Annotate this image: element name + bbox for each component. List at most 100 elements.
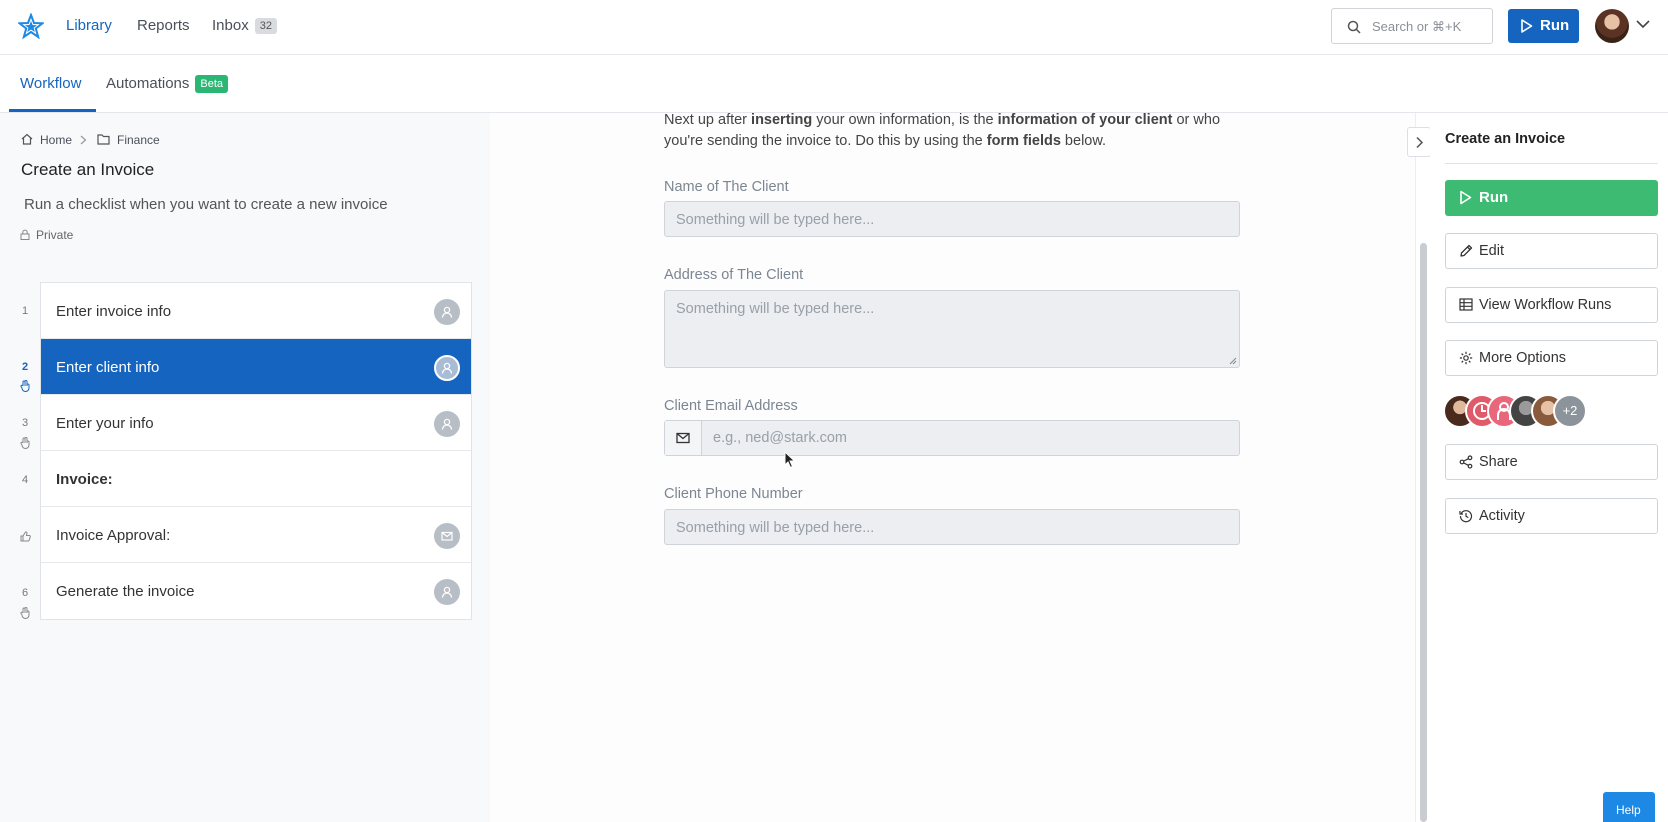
step-number-6: 6 xyxy=(22,587,29,599)
mail-icon xyxy=(441,531,453,541)
intro-bold: inserting xyxy=(751,112,813,128)
search-input[interactable]: Search or ⌘+K xyxy=(1331,8,1493,44)
edit-label: Edit xyxy=(1479,243,1504,259)
help-button[interactable]: Help xyxy=(1603,792,1655,822)
star-logo-icon[interactable] xyxy=(18,13,44,39)
workflow-description: Run a checklist when you want to create … xyxy=(24,196,388,213)
tab-automations[interactable]: Automations Beta xyxy=(106,75,229,93)
client-name-label: Name of The Client xyxy=(664,179,789,195)
user-icon xyxy=(441,586,453,598)
scrollbar-thumb[interactable] xyxy=(1420,243,1427,822)
share-label: Share xyxy=(1479,454,1518,470)
collapse-panel-button[interactable] xyxy=(1407,127,1431,157)
client-email-field[interactable]: e.g., ned@stark.com xyxy=(664,420,1240,456)
nav-inbox[interactable]: Inbox 32 xyxy=(212,17,277,34)
run-button[interactable]: Run xyxy=(1508,9,1579,43)
assignee-avatar xyxy=(434,411,460,437)
intro-bold: form fields xyxy=(986,133,1061,149)
client-email-placeholder: e.g., ned@stark.com xyxy=(713,430,847,446)
search-icon xyxy=(1347,20,1361,34)
more-options-label: More Options xyxy=(1479,350,1567,366)
intro-bold: information of your client xyxy=(997,112,1173,128)
assignee-avatar xyxy=(434,299,460,325)
more-assignees-badge[interactable]: +2 xyxy=(1553,394,1587,428)
step-content: Next up after inserting your own informa… xyxy=(490,110,1416,822)
step-enter-your-info[interactable]: Enter your info xyxy=(41,395,471,451)
workflow-actions-panel: Create an Invoice Run Edit View Workflow… xyxy=(1430,113,1668,822)
step-label: Generate the invoice xyxy=(56,583,195,600)
intro-text: Next up after xyxy=(664,112,752,128)
client-phone-field[interactable]: Something will be typed here... xyxy=(664,509,1240,545)
intro-text: below. xyxy=(1060,133,1107,149)
more-options-button[interactable]: More Options xyxy=(1445,340,1658,376)
share-button[interactable]: Share xyxy=(1445,444,1658,480)
step-label: Invoice: xyxy=(56,471,113,488)
home-icon xyxy=(21,133,33,145)
view-workflow-runs-button[interactable]: View Workflow Runs xyxy=(1445,287,1658,323)
gear-icon xyxy=(1459,351,1473,365)
assignee-avatar xyxy=(434,523,460,549)
step-label: Enter invoice info xyxy=(56,303,172,320)
step-generate-invoice[interactable]: Generate the invoice xyxy=(41,563,471,619)
content-scrollbar[interactable] xyxy=(1415,113,1430,822)
edit-button[interactable]: Edit xyxy=(1445,233,1658,269)
pencil-icon xyxy=(1460,244,1473,257)
activity-label: Activity xyxy=(1479,508,1525,524)
step-enter-client-info[interactable]: Enter client info xyxy=(41,339,471,395)
step-list: Enter invoice info Enter client info Ent… xyxy=(40,282,472,620)
inbox-count-badge: 32 xyxy=(254,18,277,34)
nav-inbox-label: Inbox xyxy=(212,17,249,34)
client-phone-label: Client Phone Number xyxy=(664,486,803,502)
assignee-avatar xyxy=(434,579,460,605)
nav-reports[interactable]: Reports xyxy=(137,17,190,34)
step-number-1: 1 xyxy=(22,305,29,317)
resize-handle-icon[interactable] xyxy=(1229,357,1237,365)
client-address-placeholder: Something will be typed here... xyxy=(676,301,875,317)
client-name-placeholder: Something will be typed here... xyxy=(676,212,875,228)
workflow-sidebar: Home Finance Create an Invoice Run a che… xyxy=(0,113,490,822)
nav-library[interactable]: Library xyxy=(66,17,112,34)
workflow-tabs: Workflow Automations Beta xyxy=(0,55,1668,113)
email-addon xyxy=(665,421,702,455)
mouse-cursor-icon xyxy=(784,451,796,469)
hand-icon xyxy=(20,437,30,449)
run-workflow-button[interactable]: Run xyxy=(1445,180,1658,216)
chevron-right-icon xyxy=(1416,136,1424,149)
hand-icon xyxy=(20,380,30,392)
view-workflow-runs-label: View Workflow Runs xyxy=(1479,297,1612,313)
step-invoice-heading[interactable]: Invoice: xyxy=(41,451,471,507)
search-placeholder: Search or ⌘+K xyxy=(1372,19,1462,34)
play-icon xyxy=(1460,190,1472,205)
breadcrumb-home[interactable]: Home xyxy=(40,133,72,147)
panel-title: Create an Invoice xyxy=(1445,131,1566,147)
chevron-down-icon[interactable] xyxy=(1636,19,1650,29)
tab-automations-label: Automations xyxy=(106,75,190,92)
step-number-4: 4 xyxy=(22,474,29,486)
page-title: Create an Invoice xyxy=(21,160,155,179)
step-label: Invoice Approval: xyxy=(56,527,171,544)
user-icon xyxy=(441,362,453,374)
client-address-field[interactable]: Something will be typed here... xyxy=(664,290,1240,368)
envelope-icon xyxy=(676,432,690,444)
tab-workflow[interactable]: Workflow xyxy=(20,75,81,92)
top-navbar: Library Reports Inbox 32 Search or ⌘+K Ru… xyxy=(0,0,1668,55)
step-enter-invoice-info[interactable]: Enter invoice info xyxy=(41,283,471,339)
step-instructions: Next up after inserting your own informa… xyxy=(664,110,1244,152)
step-invoice-approval[interactable]: Invoice Approval: xyxy=(41,507,471,563)
play-icon xyxy=(1521,19,1533,33)
breadcrumb-finance[interactable]: Finance xyxy=(117,133,160,147)
user-icon xyxy=(441,418,453,430)
user-icon xyxy=(441,306,453,318)
visibility-label: Private xyxy=(36,228,74,242)
step-label: Enter client info xyxy=(56,359,160,376)
history-icon xyxy=(1459,510,1473,523)
step-number-3: 3 xyxy=(22,417,29,429)
client-name-field[interactable]: Something will be typed here... xyxy=(664,201,1240,237)
intro-text: your own information, is the xyxy=(812,112,998,128)
activity-button[interactable]: Activity xyxy=(1445,498,1658,534)
user-avatar[interactable] xyxy=(1595,9,1629,43)
client-phone-placeholder: Something will be typed here... xyxy=(676,520,875,536)
run-button-label: Run xyxy=(1540,17,1570,34)
assignee-avatar xyxy=(434,355,460,381)
table-icon xyxy=(1459,298,1473,311)
